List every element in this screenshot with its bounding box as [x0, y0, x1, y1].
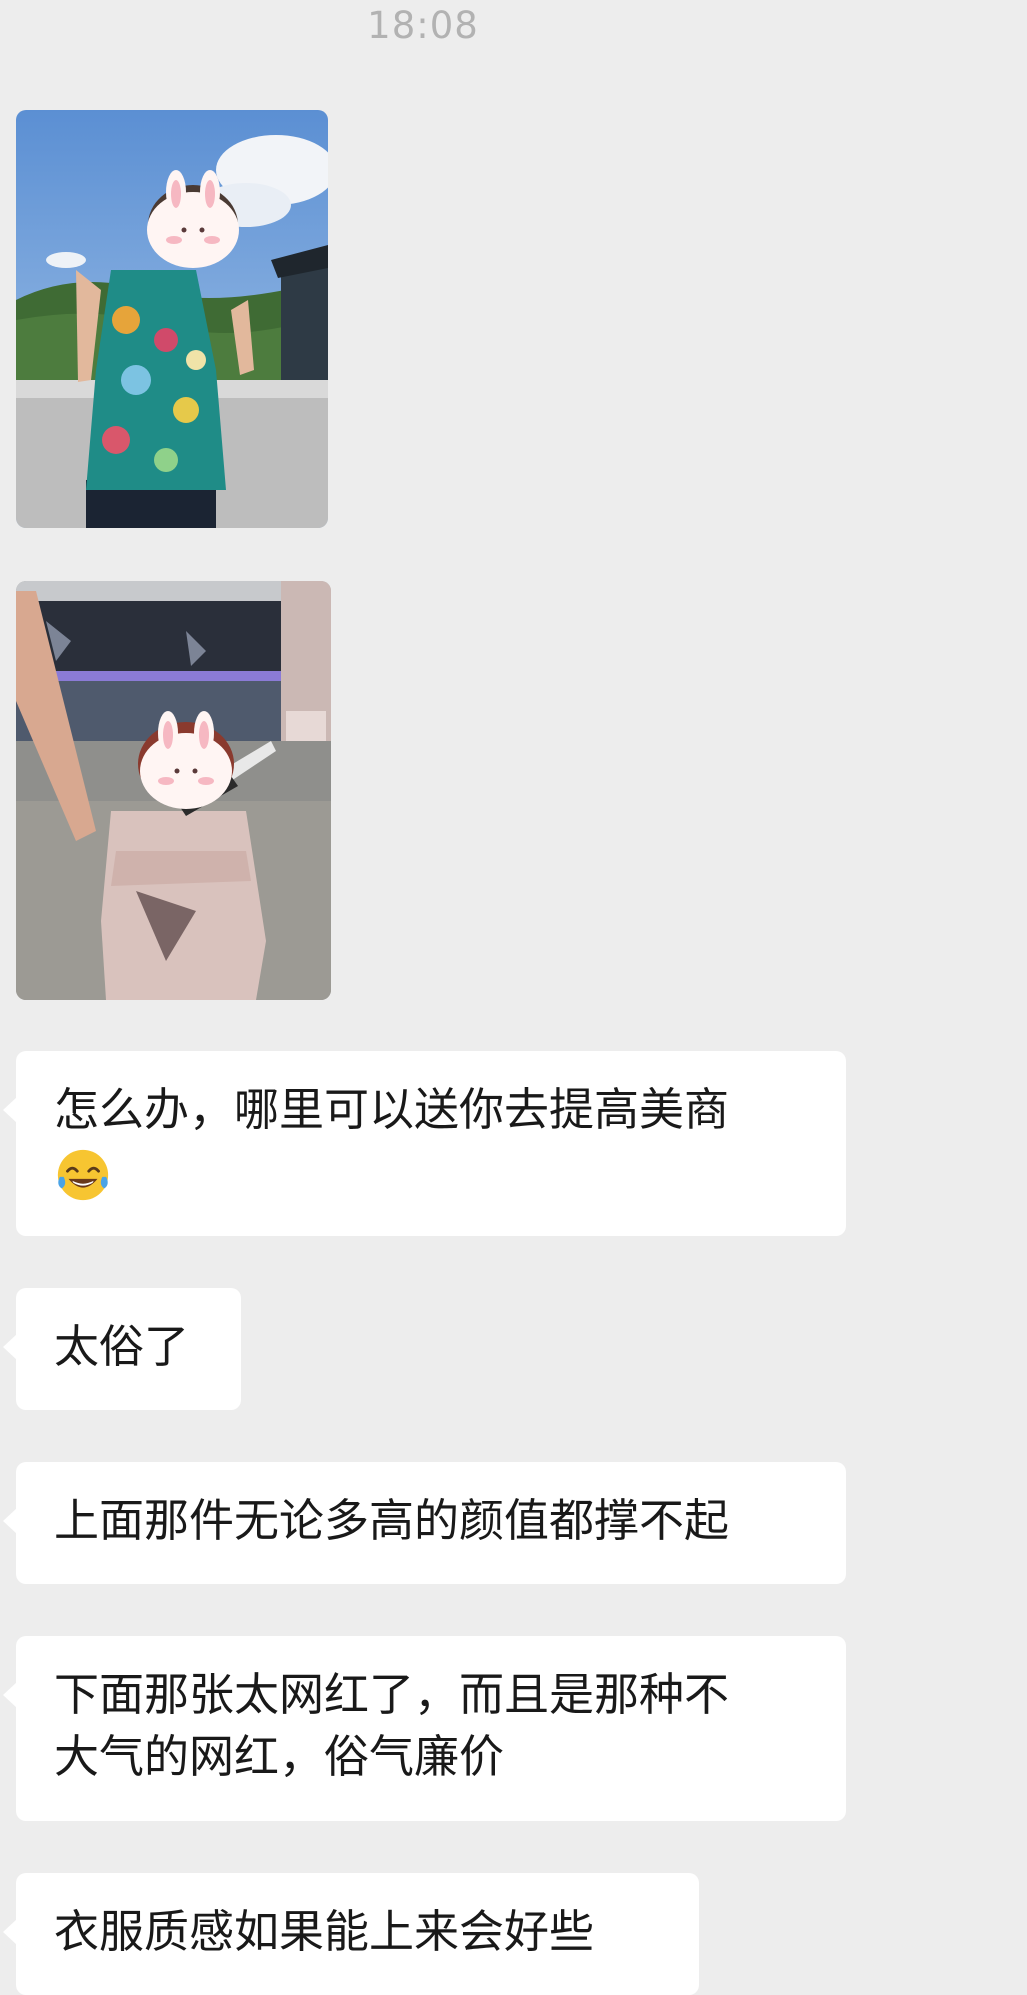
chat-image-1[interactable] [16, 110, 328, 528]
message-text-line-1: 下面那张太网红了，而且是那种不 [54, 1668, 730, 1721]
message-text-line-2: 大气的网红，俗气廉价 [54, 1730, 505, 1783]
message-text: 太俗了 [54, 1320, 190, 1373]
message-text: 上面那件无论多高的颜值都撑不起 [54, 1494, 730, 1547]
tears-of-joy-emoji-icon [57, 1149, 109, 1201]
chat-image-2[interactable] [16, 581, 331, 1000]
message-text: 怎么办，哪里可以送你去提高美商 [54, 1083, 730, 1136]
message-bubble-5[interactable]: 衣服质感如果能上来会好些 [3, 1873, 699, 1995]
chat-timestamp: 18:08 [367, 4, 479, 47]
stadium-photo-image [16, 581, 331, 1000]
message-text: 衣服质感如果能上来会好些 [54, 1905, 595, 1958]
message-bubble-4[interactable]: 下面那张太网红了，而且是那种不 大气的网红，俗气廉价 [3, 1636, 846, 1821]
message-bubble-1[interactable]: 怎么办，哪里可以送你去提高美商 [3, 1051, 846, 1236]
message-bubble-2[interactable]: 太俗了 [3, 1288, 241, 1410]
message-bubble-3[interactable]: 上面那件无论多高的颜值都撑不起 [3, 1462, 846, 1584]
outdoor-photo-image [16, 110, 328, 528]
